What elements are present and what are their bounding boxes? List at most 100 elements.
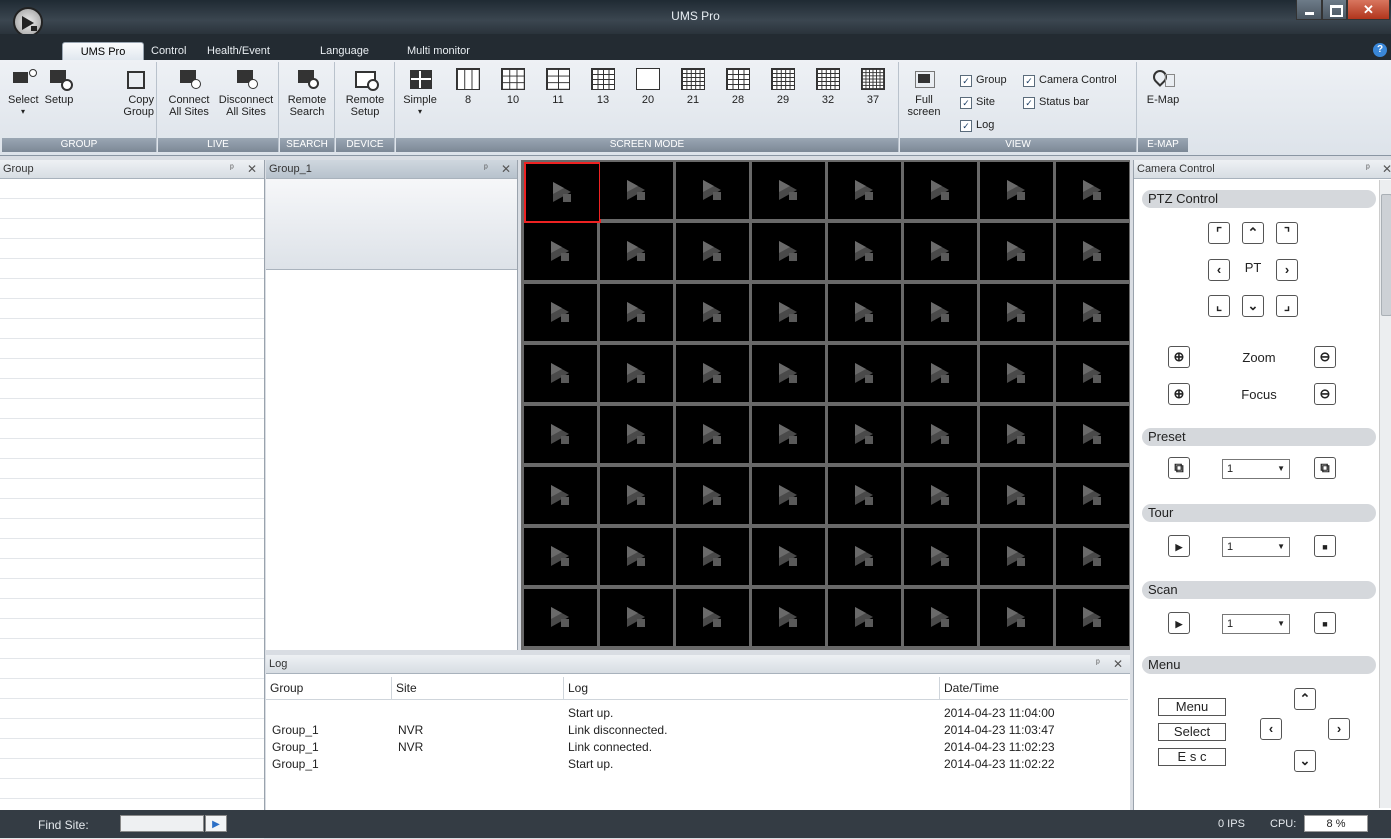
- copy-group-button[interactable]: Copy Group: [114, 68, 154, 118]
- group-list-row[interactable]: [0, 459, 264, 479]
- video-tile[interactable]: [904, 284, 977, 341]
- video-tile[interactable]: [1056, 223, 1129, 280]
- video-tile[interactable]: [752, 345, 825, 402]
- close-button[interactable]: ✕: [1347, 0, 1390, 20]
- video-tile[interactable]: [676, 406, 749, 463]
- zoom-out-button[interactable]: ⊖: [1314, 346, 1336, 368]
- find-site-go-button[interactable]: ▶: [205, 815, 227, 832]
- video-tile[interactable]: [980, 406, 1053, 463]
- video-tile[interactable]: [828, 162, 901, 219]
- group-list-row[interactable]: [0, 759, 264, 779]
- video-tile[interactable]: [600, 589, 673, 646]
- video-tile[interactable]: [600, 528, 673, 585]
- pin-icon[interactable]: ᵖ: [1366, 163, 1370, 174]
- minimize-button[interactable]: [1296, 0, 1322, 20]
- group-list-row[interactable]: [0, 639, 264, 659]
- video-tile[interactable]: [828, 589, 901, 646]
- view-camera-control-checkbox[interactable]: ✓ Camera Control: [1023, 74, 1117, 87]
- video-tile[interactable]: [752, 467, 825, 524]
- log-column-group[interactable]: Group: [266, 677, 392, 699]
- group-list-row[interactable]: [0, 719, 264, 739]
- video-tile[interactable]: [904, 528, 977, 585]
- screen-mode-32-button[interactable]: 32: [812, 68, 844, 106]
- close-icon[interactable]: ✕: [1113, 657, 1123, 671]
- menu-down-button[interactable]: ⌄: [1294, 750, 1316, 772]
- tour-select[interactable]: 1 ▼: [1222, 537, 1290, 557]
- group-list-row[interactable]: [0, 659, 264, 679]
- pin-icon[interactable]: ᵖ: [484, 163, 488, 174]
- group-list-row[interactable]: [0, 479, 264, 499]
- screen-mode-8-button[interactable]: 8: [452, 68, 484, 106]
- screen-mode-28-button[interactable]: 28: [722, 68, 754, 106]
- view-group-checkbox[interactable]: ✓ Group: [960, 74, 1007, 87]
- tab-control[interactable]: Control: [145, 42, 192, 60]
- video-tile[interactable]: [828, 467, 901, 524]
- screen-mode-29-button[interactable]: 29: [767, 68, 799, 106]
- video-tile[interactable]: [980, 345, 1053, 402]
- video-tile[interactable]: [980, 467, 1053, 524]
- find-site-input[interactable]: [120, 815, 204, 832]
- video-tile[interactable]: [600, 284, 673, 341]
- group-list-row[interactable]: [0, 239, 264, 259]
- video-tile[interactable]: [1056, 528, 1129, 585]
- app-logo[interactable]: [13, 7, 43, 37]
- group-list-row[interactable]: [0, 339, 264, 359]
- video-tile[interactable]: [524, 284, 597, 341]
- group-list-row[interactable]: [0, 179, 264, 199]
- scan-play-button[interactable]: ▶: [1168, 612, 1190, 634]
- group-list-row[interactable]: [0, 199, 264, 219]
- video-tile[interactable]: [1056, 284, 1129, 341]
- remote-setup-button[interactable]: Remote Setup: [340, 68, 390, 118]
- video-tile[interactable]: [524, 528, 597, 585]
- group-list-row[interactable]: [0, 259, 264, 279]
- group-list-row[interactable]: [0, 599, 264, 619]
- screen-mode-37-button[interactable]: 37: [857, 68, 889, 106]
- preset-save-button[interactable]: ⧉: [1168, 457, 1190, 479]
- video-tile[interactable]: [524, 223, 597, 280]
- focus-near-button[interactable]: ⊕: [1168, 383, 1190, 405]
- video-tile[interactable]: [1056, 162, 1129, 219]
- video-tile[interactable]: [600, 345, 673, 402]
- video-tile[interactable]: [600, 162, 673, 219]
- screen-mode-10-button[interactable]: 10: [497, 68, 529, 106]
- ptz-up-right-button[interactable]: ⌝: [1276, 222, 1298, 244]
- scan-select[interactable]: 1 ▼: [1222, 614, 1290, 634]
- simple-mode-button[interactable]: Simple ▾: [400, 68, 440, 118]
- video-tile[interactable]: [980, 223, 1053, 280]
- video-tile[interactable]: [676, 162, 749, 219]
- tour-stop-button[interactable]: ■: [1314, 535, 1336, 557]
- video-tile[interactable]: [904, 406, 977, 463]
- video-tile[interactable]: [600, 467, 673, 524]
- video-tile[interactable]: [752, 528, 825, 585]
- video-tile[interactable]: [752, 223, 825, 280]
- video-tile[interactable]: [524, 162, 601, 223]
- group-list-row[interactable]: [0, 579, 264, 599]
- video-tile[interactable]: [904, 162, 977, 219]
- video-tile[interactable]: [752, 162, 825, 219]
- group-list-row[interactable]: [0, 619, 264, 639]
- video-tile[interactable]: [980, 528, 1053, 585]
- group-list-row[interactable]: [0, 559, 264, 579]
- camera-panel-scrollbar[interactable]: [1379, 180, 1391, 808]
- preset-goto-button[interactable]: ⧉: [1314, 457, 1336, 479]
- video-tile[interactable]: [676, 345, 749, 402]
- video-tile[interactable]: [828, 406, 901, 463]
- video-tile[interactable]: [676, 589, 749, 646]
- video-tile[interactable]: [904, 467, 977, 524]
- pin-icon[interactable]: ᵖ: [230, 163, 234, 174]
- ptz-up-button[interactable]: ⌃: [1242, 222, 1264, 244]
- group-list-row[interactable]: [0, 699, 264, 719]
- video-tile[interactable]: [1056, 589, 1129, 646]
- ptz-left-button[interactable]: ‹: [1208, 259, 1230, 281]
- remote-search-button[interactable]: Remote Search: [284, 68, 330, 118]
- video-tile[interactable]: [752, 406, 825, 463]
- view-site-checkbox[interactable]: ✓ Site: [960, 96, 995, 109]
- disconnect-all-sites-button[interactable]: Disconnect All Sites: [216, 68, 276, 118]
- group-list-row[interactable]: [0, 679, 264, 699]
- video-tile[interactable]: [524, 406, 597, 463]
- tab-language[interactable]: Language: [314, 42, 375, 60]
- video-tile[interactable]: [828, 223, 901, 280]
- group-list-row[interactable]: [0, 319, 264, 339]
- video-tile[interactable]: [828, 284, 901, 341]
- screen-mode-11-button[interactable]: 11: [542, 68, 574, 106]
